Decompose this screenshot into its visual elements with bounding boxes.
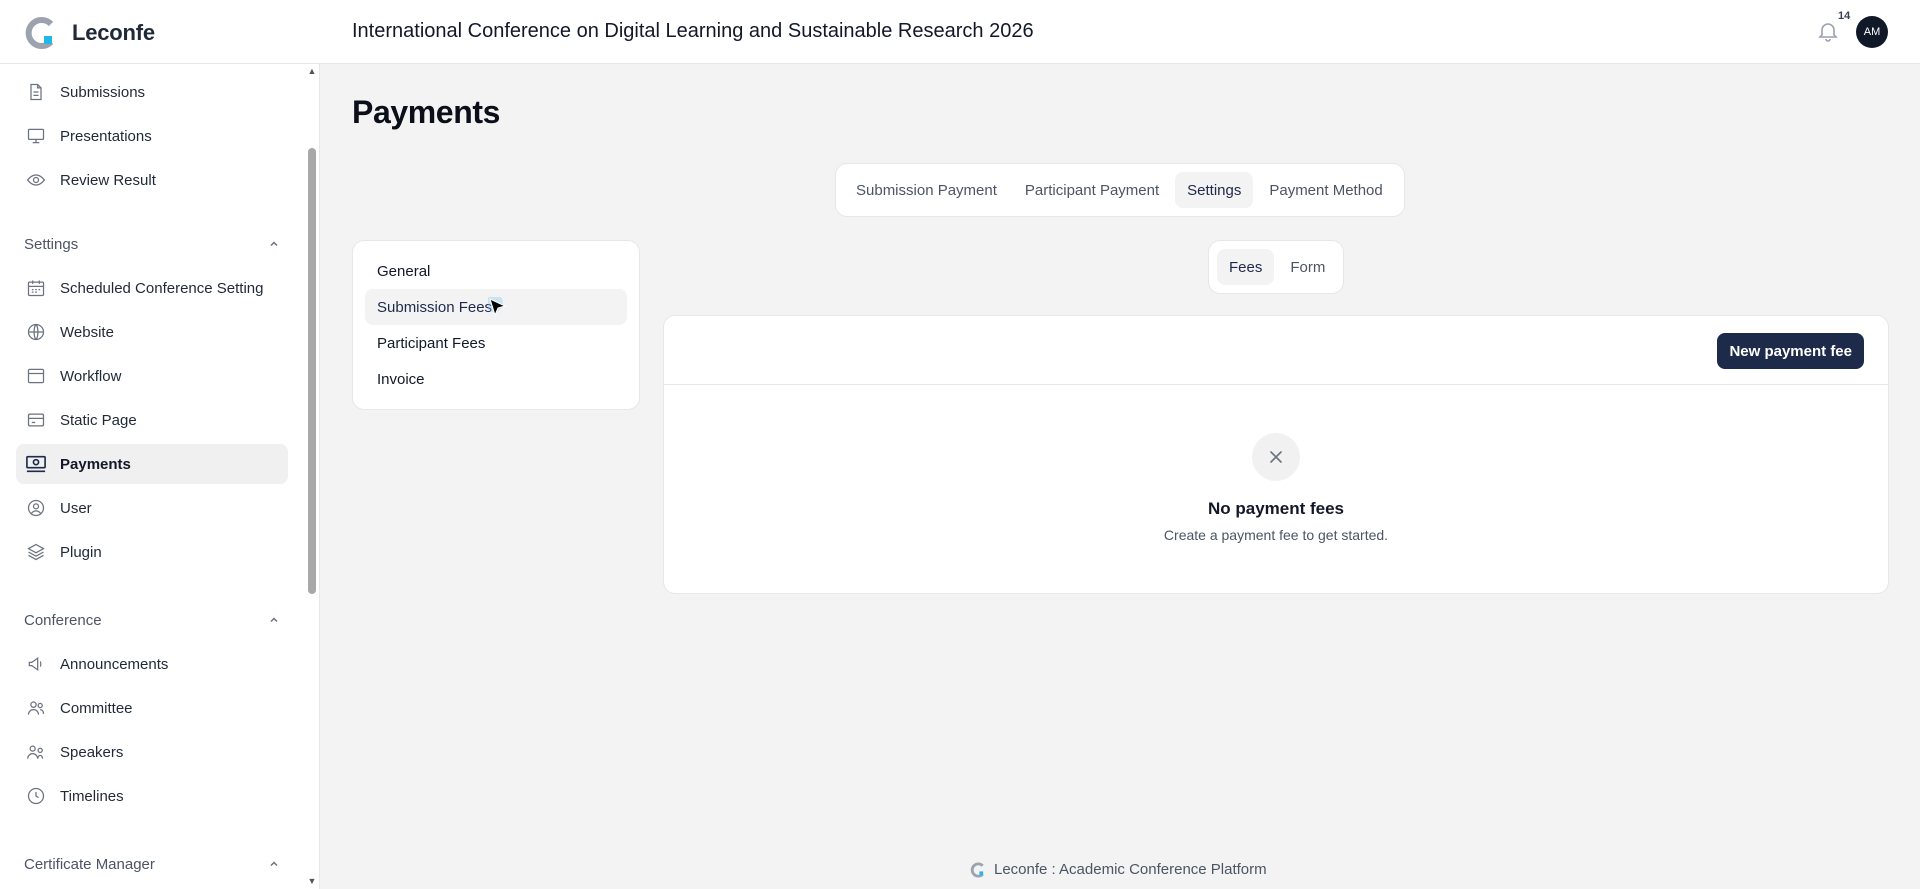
new-payment-fee-button[interactable]: New payment fee bbox=[1717, 333, 1864, 369]
tab-fees[interactable]: Fees bbox=[1217, 249, 1275, 285]
sidebar-item-user[interactable]: User bbox=[16, 488, 288, 528]
footer: Leconfe : Academic Conference Platform bbox=[970, 861, 1267, 878]
calendar-icon bbox=[24, 276, 48, 300]
settings-section-toggle[interactable]: Settings bbox=[24, 232, 280, 256]
sidebar-item-label: Static Page bbox=[60, 411, 137, 429]
settings-sub-nav: General Submission Fees Participant Fees… bbox=[352, 240, 640, 410]
sidebar-item-label: Review Result bbox=[60, 171, 156, 189]
sidebar-item-payments[interactable]: Payments bbox=[16, 444, 288, 484]
sidebar-scrollbar[interactable]: ▲ ▼ bbox=[305, 64, 319, 889]
payment-fees-panel: New payment fee No payment fees Create a… bbox=[663, 315, 1889, 594]
x-mark-icon bbox=[1252, 433, 1300, 481]
sidebar-item-timelines[interactable]: Timelines bbox=[16, 776, 288, 816]
brand[interactable]: Leconfe bbox=[24, 16, 155, 50]
users-icon bbox=[24, 696, 48, 720]
chevron-up-icon bbox=[270, 861, 278, 867]
sub-nav-participant-fees[interactable]: Participant Fees bbox=[365, 325, 627, 361]
sidebar-item-speakers[interactable]: Speakers bbox=[16, 732, 288, 772]
tab-settings[interactable]: Settings bbox=[1175, 172, 1254, 208]
sidebar-item-label: Speakers bbox=[60, 743, 124, 761]
clock-icon bbox=[24, 784, 48, 808]
section-title: Certificate Manager bbox=[24, 855, 155, 873]
tab-submission-payment[interactable]: Submission Payment bbox=[844, 172, 1009, 208]
payment-tabs: Submission Payment Participant Payment S… bbox=[835, 163, 1405, 217]
monitor-icon bbox=[24, 124, 48, 148]
sidebar-item-label: Submissions bbox=[60, 83, 146, 101]
footer-text: Leconfe : Academic Conference Platform bbox=[994, 861, 1267, 878]
sidebar-item-static-page[interactable]: Static Page bbox=[16, 400, 288, 440]
sub-nav-general[interactable]: General bbox=[365, 253, 627, 289]
megaphone-icon bbox=[24, 652, 48, 676]
sidebar-item-label: Timelines bbox=[60, 787, 124, 805]
sidebar-item-submissions[interactable]: Submissions bbox=[16, 72, 288, 112]
sidebar-item-website[interactable]: Website bbox=[16, 312, 288, 352]
globe-icon bbox=[24, 320, 48, 344]
empty-state-title: No payment fees bbox=[1207, 499, 1345, 518]
chevron-up-icon bbox=[270, 241, 278, 247]
tab-payment-method[interactable]: Payment Method bbox=[1257, 172, 1394, 208]
sidebar-item-label: User bbox=[60, 499, 92, 517]
card-icon bbox=[24, 408, 48, 432]
sidebar-item-label: Announcements bbox=[60, 655, 169, 673]
user-icon bbox=[24, 496, 48, 520]
brand-name: Leconfe bbox=[72, 20, 155, 45]
eye-icon bbox=[24, 168, 48, 192]
sidebar-item-scheduled-conference-setting[interactable]: Scheduled Conference Setting bbox=[16, 268, 288, 308]
top-header: Leconfe International Conference on Digi… bbox=[0, 0, 1920, 64]
sidebar-item-workflow[interactable]: Workflow bbox=[16, 356, 288, 396]
notification-bell-icon[interactable] bbox=[1816, 19, 1840, 43]
sub-nav-invoice[interactable]: Invoice bbox=[365, 361, 627, 397]
notification-count: 14 bbox=[1838, 10, 1851, 22]
layers-icon bbox=[24, 540, 48, 564]
conference-title: International Conference on Digital Lear… bbox=[352, 20, 1034, 42]
window-icon bbox=[24, 364, 48, 388]
sidebar-item-label: Plugin bbox=[60, 543, 102, 561]
section-title: Settings bbox=[24, 235, 79, 253]
sidebar-item-label: Workflow bbox=[60, 367, 122, 385]
sidebar-item-committee[interactable]: Committee bbox=[16, 688, 288, 728]
tab-form[interactable]: Form bbox=[1278, 249, 1337, 285]
scroll-thumb[interactable] bbox=[308, 148, 316, 594]
certificate-section-toggle[interactable]: Certificate Manager bbox=[24, 852, 280, 876]
leconfe-logo-icon bbox=[970, 862, 984, 877]
scroll-up-arrow-icon[interactable]: ▲ bbox=[307, 66, 317, 76]
sidebar-item-announcements[interactable]: Announcements bbox=[16, 644, 288, 684]
avatar[interactable]: AM bbox=[1856, 16, 1888, 48]
document-icon bbox=[24, 80, 48, 104]
sidebar-item-plugin[interactable]: Plugin bbox=[16, 532, 288, 572]
section-title: Conference bbox=[24, 611, 102, 629]
panel-toolbar: New payment fee bbox=[664, 316, 1888, 385]
page-title: Payments bbox=[352, 94, 500, 130]
sidebar-item-label: Website bbox=[60, 323, 114, 341]
fee-tabs: Fees Form bbox=[1208, 240, 1344, 294]
sidebar-item-label: Committee bbox=[60, 699, 133, 717]
speakers-icon bbox=[24, 740, 48, 764]
sidebar-item-review-result[interactable]: Review Result bbox=[16, 160, 288, 200]
sidebar-item-presentations[interactable]: Presentations bbox=[16, 116, 288, 156]
tab-participant-payment[interactable]: Participant Payment bbox=[1013, 172, 1171, 208]
scroll-down-arrow-icon[interactable]: ▼ bbox=[307, 876, 317, 886]
payment-icon bbox=[24, 452, 48, 476]
empty-state-subtitle: Create a payment fee to get started. bbox=[1163, 527, 1389, 543]
leconfe-logo-icon bbox=[25, 17, 54, 49]
sidebar-item-label: Presentations bbox=[60, 127, 152, 145]
sidebar: Submissions Presentations Review Result … bbox=[0, 64, 320, 889]
mouse-cursor-icon bbox=[488, 297, 507, 317]
chevron-up-icon bbox=[270, 617, 278, 623]
sidebar-item-label: Payments bbox=[60, 455, 131, 473]
sidebar-item-label: Scheduled Conference Setting bbox=[60, 279, 264, 297]
conference-section-toggle[interactable]: Conference bbox=[24, 608, 280, 632]
